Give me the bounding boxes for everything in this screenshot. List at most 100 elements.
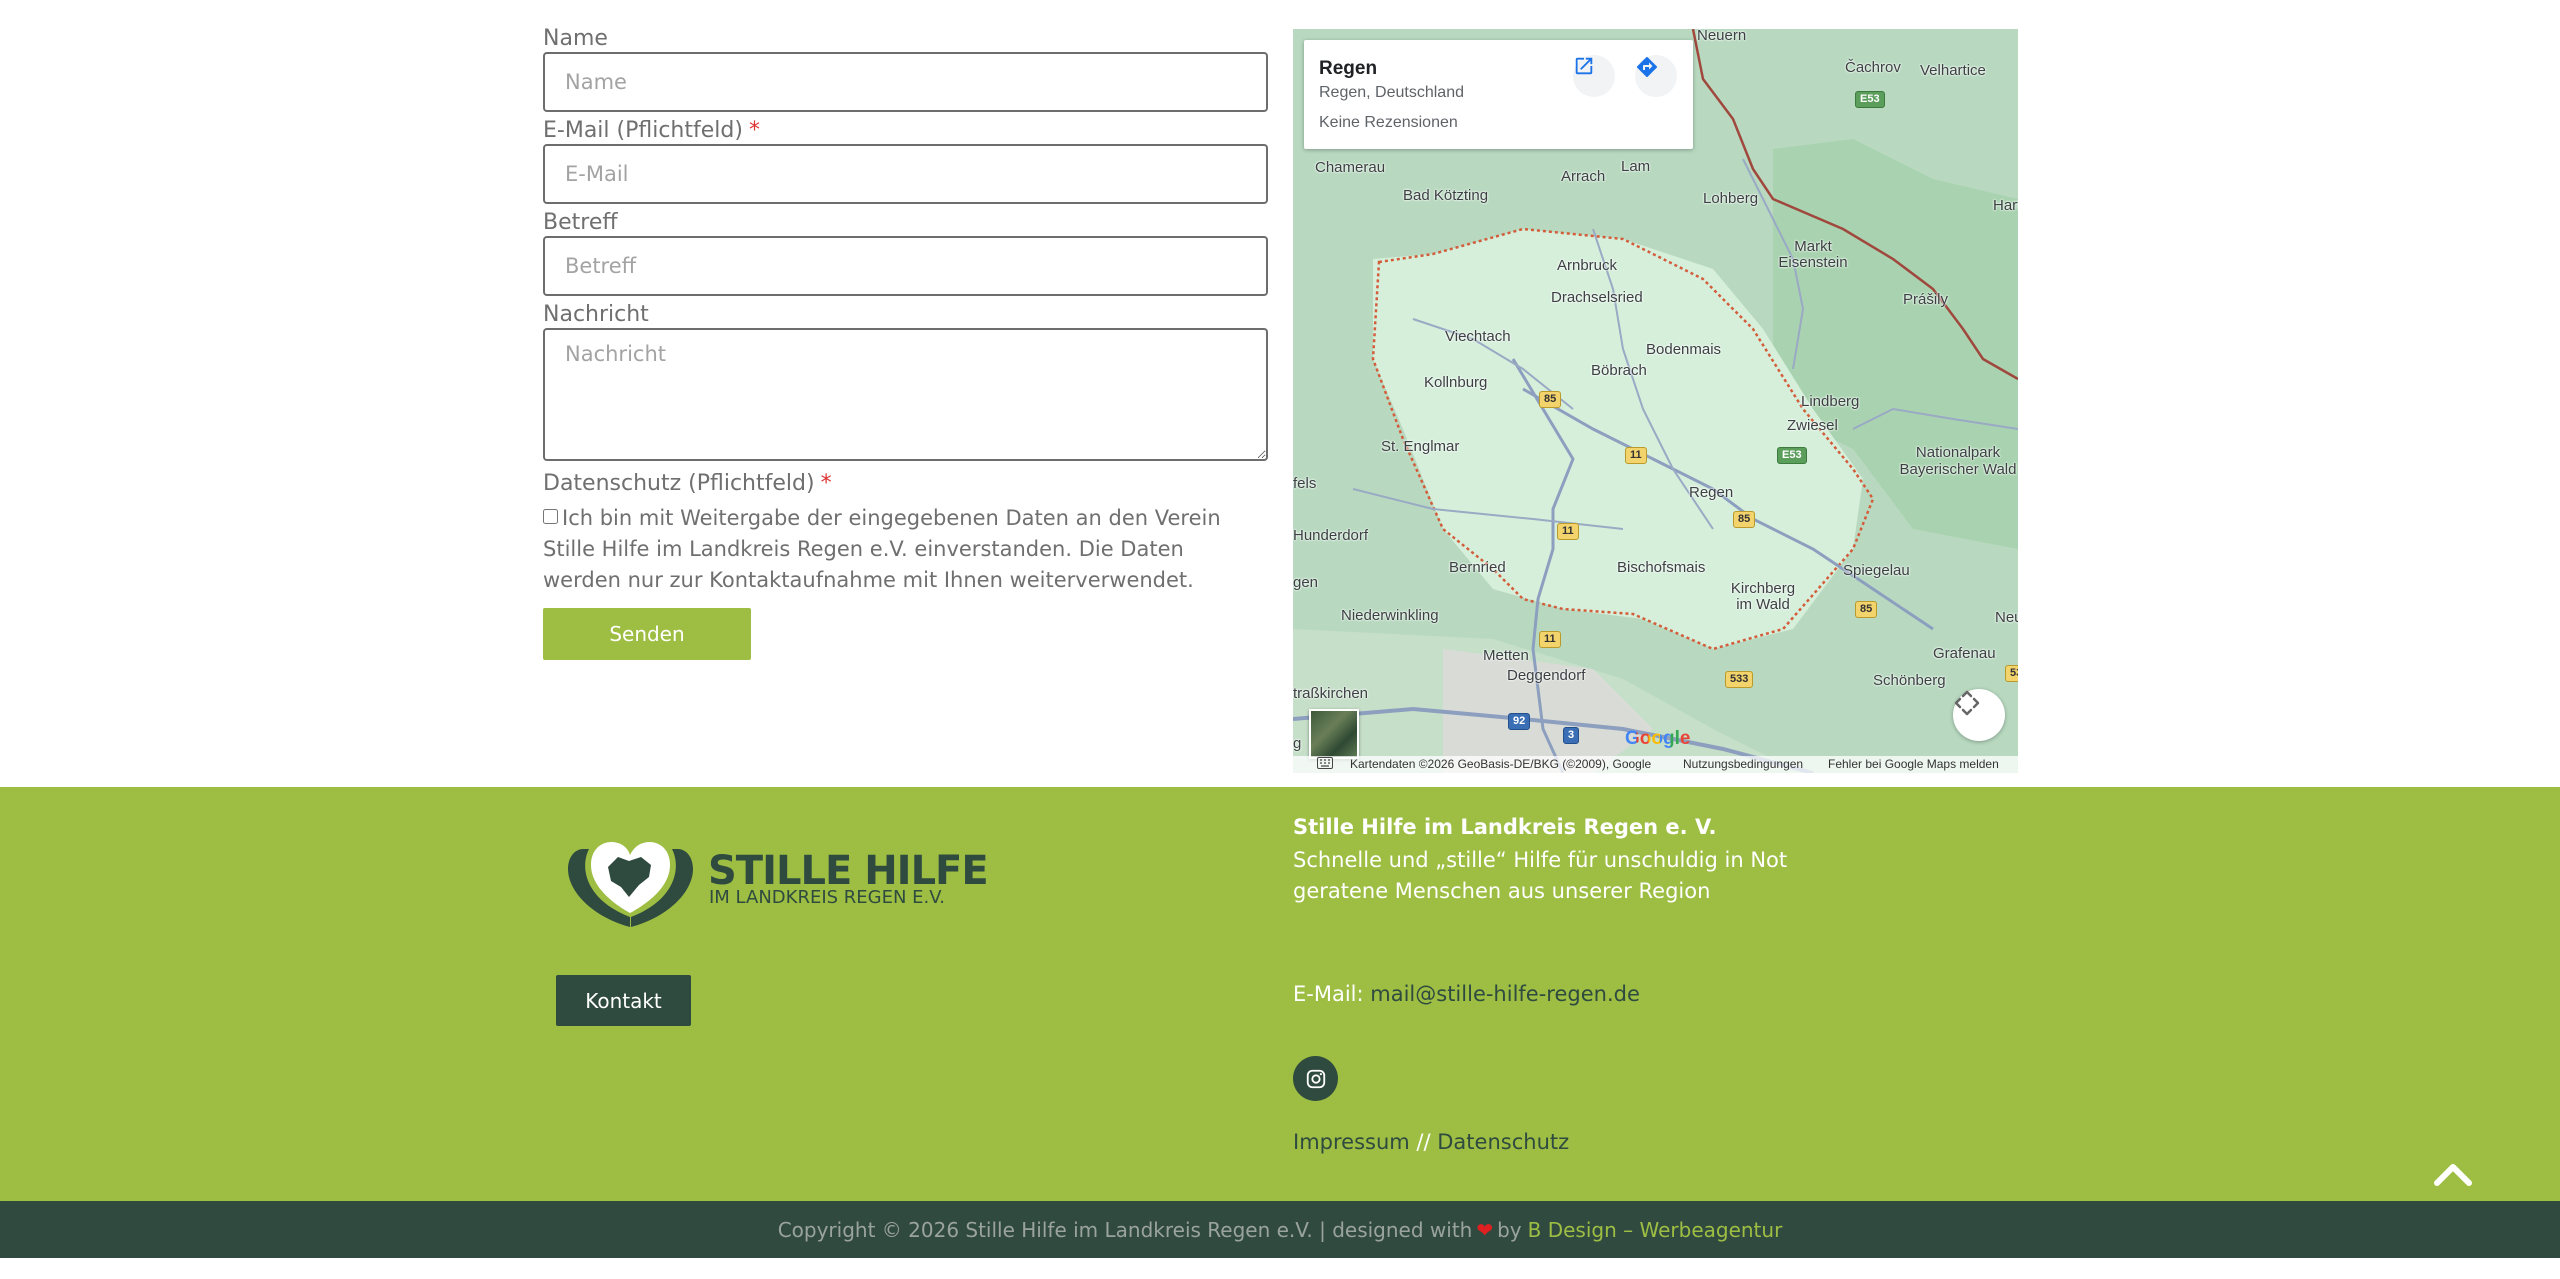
site-logo[interactable]: STILLE HILFE IM LANDKREIS REGEN E.V. (563, 827, 989, 941)
map-label: Neu (1995, 609, 2018, 626)
map-label: Hartm (1993, 197, 2018, 214)
place-title: Regen (1319, 58, 1378, 79)
directions-button[interactable] (1635, 55, 1677, 97)
message-textarea[interactable] (543, 328, 1268, 461)
logo-subtitle: IM LANDKREIS REGEN E.V. (709, 887, 945, 908)
fullscreen-button[interactable] (1953, 689, 2005, 741)
message-label: Nachricht (543, 302, 649, 327)
map-data-attribution: Kartendaten ©2026 GeoBasis-DE/BKG (©2009… (1350, 757, 1652, 771)
site-footer (0, 787, 2560, 1201)
required-mark: * (820, 471, 832, 496)
map-label: g (1293, 735, 1302, 752)
open-in-maps-button[interactable] (1573, 55, 1615, 97)
directions-icon (1637, 57, 1657, 77)
road-shield: 92 (1508, 713, 1531, 730)
map-label: Zwiesel (1787, 417, 1838, 434)
send-button[interactable]: Senden (543, 608, 751, 660)
map-label: Drachselsried (1551, 289, 1643, 306)
org-description: Schnelle und „stille“ Hilfe für unschuld… (1293, 848, 1788, 903)
datenschutz-link[interactable]: Datenschutz (1437, 1130, 1569, 1154)
map-label: Viechtach (1445, 328, 1511, 345)
name-label: Name (543, 26, 608, 51)
map-label: Bad Kötzting (1403, 187, 1489, 204)
name-input[interactable] (543, 52, 1268, 112)
map-label: Kollnburg (1424, 374, 1488, 391)
footer-email: E-Mail: mail@stille-hilfe-regen.de (1293, 982, 1640, 1006)
map-label: traßkirchen (1293, 685, 1369, 702)
chevron-up-icon (2434, 1164, 2472, 1186)
road-shield: 11 (1625, 447, 1647, 464)
map-label: Arrach (1561, 168, 1606, 185)
map-label: Velhartice (1920, 62, 1986, 79)
map-label: Spiegelau (1843, 562, 1910, 579)
privacy-consent: Ich bin mit Weitergabe der eingegebenen … (543, 503, 1268, 596)
place-reviews: Keine Rezensionen (1319, 114, 1458, 131)
copyright-text: Copyright © 2026 Stille Hilfe im Landkre… (777, 1217, 1473, 1242)
place-info-card: Regen Regen, Deutschland Keine Rezension… (1304, 40, 1693, 149)
open-in-new-icon (1575, 57, 1593, 75)
satellite-toggle[interactable] (1309, 709, 1359, 759)
road-shield: 53 (2005, 665, 2018, 682)
instagram-icon (1306, 1069, 1325, 1088)
link-separator: // (1416, 1130, 1431, 1154)
email-label: E-Mail: (1293, 982, 1364, 1006)
map-label: Bernried (1449, 559, 1506, 576)
agency-link[interactable]: B Design – Werbeagentur (1528, 1218, 1783, 1242)
map-label: Neuern (1697, 29, 1747, 44)
road-shield: 85 (1733, 511, 1756, 528)
map-label: Arnbruck (1557, 257, 1618, 274)
google-logo: Google (1625, 728, 1690, 750)
fullscreen-icon (1954, 690, 1980, 716)
road-shield: 11 (1557, 523, 1579, 540)
email-input[interactable] (543, 144, 1268, 204)
map-label: Grafenau (1933, 645, 1996, 662)
road-shield: 533 (1725, 671, 1754, 688)
road-shield: 11 (1539, 631, 1561, 648)
map-label: Markt Eisenstein (1778, 238, 1848, 271)
map-label: St. Englmar (1381, 438, 1460, 455)
instagram-button[interactable] (1293, 1056, 1338, 1101)
google-logo-text: Google (1625, 728, 1691, 749)
required-mark: * (748, 118, 760, 143)
map-label: Čachrov (1845, 59, 1901, 76)
map-label: Lam (1621, 158, 1651, 175)
map-label: Metten (1483, 647, 1529, 664)
map-terms-link[interactable]: Nutzungsbedingungen (1683, 757, 1803, 771)
map-label: Deggendorf (1507, 667, 1586, 684)
heart-hands-logo-icon (568, 841, 693, 927)
map-report-link[interactable]: Fehler bei Google Maps melden (1828, 757, 1999, 771)
road-shield: E53 (1777, 447, 1807, 464)
map-label: Böbrach (1591, 362, 1647, 379)
map-label: Nationalpark Bayerischer Wald (1899, 444, 2017, 478)
map-label: Niederwinkling (1341, 607, 1439, 624)
privacy-label: Datenschutz (Pflichtfeld) * (543, 471, 1268, 497)
contact-button[interactable]: Kontakt (556, 975, 691, 1026)
map-label: Kirchberg im Wald (1730, 580, 1796, 613)
map-label: gen (1293, 574, 1319, 591)
map-label: Chamerau (1315, 159, 1386, 176)
road-shield: 3 (1563, 727, 1580, 744)
map-label: Hunderdorf (1293, 527, 1369, 544)
heart-icon: ❤ (1476, 1217, 1494, 1242)
email-link[interactable]: mail@stille-hilfe-regen.de (1370, 982, 1640, 1006)
privacy-label-text: Datenschutz (Pflichtfeld) (543, 471, 815, 496)
google-map[interactable]: Neuern Čachrov Velhartice Chamerau Arrac… (1293, 29, 2018, 773)
road-shield: 85 (1855, 601, 1878, 618)
contact-form: Name E-Mail (Pflichtfeld)* Betreff Nachr… (543, 26, 1268, 660)
subject-input[interactable] (543, 236, 1268, 296)
map-label: Regen (1689, 484, 1734, 501)
copyright-bar: Copyright © 2026 Stille Hilfe im Landkre… (0, 1201, 2560, 1258)
map-label: Prášily (1903, 291, 1949, 308)
map-label: fels (1293, 475, 1317, 492)
by-text: by (1497, 1217, 1522, 1242)
email-label-text: E-Mail (Pflichtfeld) (543, 118, 743, 143)
map-label: Schönberg (1873, 672, 1946, 689)
map-attribution-bar: Kartendaten ©2026 GeoBasis-DE/BKG (©2009… (1293, 756, 2018, 773)
privacy-checkbox[interactable] (543, 509, 558, 524)
road-shield: E53 (1855, 91, 1885, 108)
map-label: Bischofsmais (1617, 559, 1706, 576)
impressum-link[interactable]: Impressum (1293, 1130, 1410, 1154)
road-shield: 85 (1539, 391, 1562, 408)
map-label: Lindberg (1801, 393, 1860, 410)
place-address: Regen, Deutschland (1319, 84, 1464, 101)
